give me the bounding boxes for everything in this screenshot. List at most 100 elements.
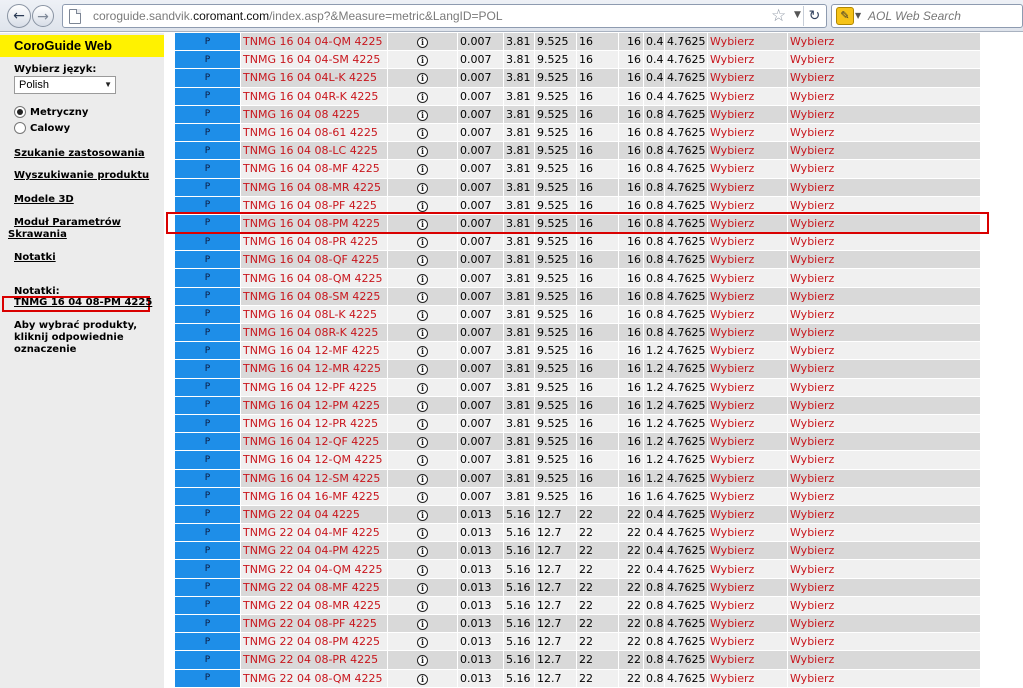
select-link[interactable]: Wybierz	[707, 523, 788, 543]
info-icon[interactable]: i	[417, 91, 428, 103]
select-link[interactable]: Wybierz	[707, 31, 788, 52]
radio-inch[interactable]	[14, 122, 26, 134]
select-link[interactable]: Wybierz	[787, 559, 981, 579]
product-code-link[interactable]: TNMG 16 04 08-QF 4225	[240, 250, 388, 270]
select-link[interactable]: Wybierz	[787, 268, 981, 288]
info-icon[interactable]: i	[387, 450, 458, 470]
info-icon[interactable]: i	[417, 564, 428, 576]
info-icon[interactable]: i	[417, 619, 428, 631]
info-icon[interactable]: i	[417, 309, 428, 321]
info-icon[interactable]: i	[387, 668, 458, 688]
select-link[interactable]: Wybierz	[787, 250, 981, 270]
select-link[interactable]: Wybierz	[707, 195, 788, 215]
select-link[interactable]: Wybierz	[787, 31, 981, 52]
select-link[interactable]: Wybierz	[787, 232, 981, 252]
info-icon[interactable]: i	[387, 341, 458, 361]
info-icon[interactable]: i	[387, 395, 458, 415]
product-code-link[interactable]: TNMG 22 04 08-QM 4225	[240, 668, 388, 688]
url-text[interactable]: coroguide.sandvik.coromant.com/index.asp…	[93, 9, 503, 23]
info-icon[interactable]: i	[417, 128, 428, 140]
info-icon[interactable]: i	[387, 377, 458, 397]
info-icon[interactable]: i	[417, 382, 428, 394]
aol-search-icon[interactable]: ✎	[836, 7, 854, 25]
reload-button[interactable]: ↻	[803, 6, 825, 26]
info-icon[interactable]: i	[417, 673, 428, 685]
info-icon[interactable]: i	[417, 73, 428, 85]
select-link[interactable]: Wybierz	[787, 504, 981, 525]
info-icon[interactable]: i	[417, 491, 428, 503]
select-link[interactable]: Wybierz	[787, 632, 981, 652]
link-3d-models[interactable]: Modele 3D	[14, 194, 74, 205]
info-icon[interactable]: i	[417, 364, 428, 376]
info-icon[interactable]: i	[387, 486, 458, 506]
select-link[interactable]: Wybierz	[787, 595, 981, 616]
info-icon[interactable]: i	[387, 559, 458, 579]
link-application-search[interactable]: Szukanie zastosowania	[14, 148, 145, 159]
radio-metric[interactable]	[14, 106, 26, 118]
product-code-link[interactable]: TNMG 22 04 04-PM 4225	[240, 541, 388, 561]
info-icon[interactable]: i	[387, 232, 458, 252]
info-icon[interactable]: i	[387, 523, 458, 543]
select-link[interactable]: Wybierz	[707, 141, 788, 161]
select-link[interactable]: Wybierz	[787, 613, 981, 634]
product-code-link[interactable]: TNMG 22 04 08-PF 4225	[240, 613, 388, 634]
info-icon[interactable]: i	[387, 104, 458, 124]
product-code-link[interactable]: TNMG 22 04 08-MR 4225	[240, 595, 388, 616]
product-code-link[interactable]: TNMG 16 04 08L-K 4225	[240, 304, 388, 325]
select-link[interactable]: Wybierz	[787, 541, 981, 561]
info-icon[interactable]: i	[417, 473, 428, 485]
search-input[interactable]: AOL Web Search	[868, 9, 961, 23]
info-icon[interactable]: i	[387, 577, 458, 597]
select-link[interactable]: Wybierz	[787, 322, 981, 343]
info-icon[interactable]: i	[417, 109, 428, 121]
select-link[interactable]: Wybierz	[787, 286, 981, 306]
select-link[interactable]: Wybierz	[707, 268, 788, 288]
bookmark-star-icon[interactable]: ☆	[771, 6, 786, 26]
product-code-link[interactable]: TNMG 22 04 08-PR 4225	[240, 650, 388, 670]
info-icon[interactable]: i	[417, 200, 428, 212]
info-icon[interactable]: i	[417, 291, 428, 303]
select-link[interactable]: Wybierz	[707, 232, 788, 252]
select-link[interactable]: Wybierz	[707, 122, 788, 143]
product-code-link[interactable]: TNMG 16 04 12-QF 4225	[240, 432, 388, 452]
select-link[interactable]: Wybierz	[787, 450, 981, 470]
info-icon[interactable]: i	[387, 86, 458, 106]
link-product-search[interactable]: Wyszukiwanie produktu	[14, 170, 149, 181]
info-icon[interactable]: i	[417, 328, 428, 340]
info-icon[interactable]: i	[387, 213, 458, 234]
info-icon[interactable]: i	[387, 122, 458, 143]
info-icon[interactable]: i	[387, 250, 458, 270]
info-icon[interactable]: i	[387, 632, 458, 652]
product-code-link[interactable]: TNMG 16 04 08-PF 4225	[240, 195, 388, 215]
select-link[interactable]: Wybierz	[707, 613, 788, 634]
note-item[interactable]: TNMG 16 04 08-PM 4225	[14, 297, 152, 308]
select-link[interactable]: Wybierz	[787, 377, 981, 397]
select-link[interactable]: Wybierz	[787, 213, 981, 234]
info-icon[interactable]: i	[387, 50, 458, 70]
info-icon[interactable]: i	[387, 650, 458, 670]
select-link[interactable]: Wybierz	[707, 322, 788, 343]
product-code-link[interactable]: TNMG 16 04 08R-K 4225	[240, 322, 388, 343]
info-icon[interactable]: i	[387, 304, 458, 325]
info-icon[interactable]: i	[387, 31, 458, 52]
chevron-down-icon[interactable]: ▼	[855, 11, 861, 20]
select-link[interactable]: Wybierz	[707, 632, 788, 652]
product-code-link[interactable]: TNMG 16 04 04-QM 4225	[240, 31, 388, 52]
product-code-link[interactable]: TNMG 16 04 04R-K 4225	[240, 86, 388, 106]
info-icon[interactable]: i	[417, 637, 428, 649]
info-icon[interactable]: i	[417, 546, 428, 558]
info-icon[interactable]: i	[417, 400, 428, 412]
product-code-link[interactable]: TNMG 16 04 08-61 4225	[240, 122, 388, 143]
select-link[interactable]: Wybierz	[707, 213, 788, 234]
product-code-link[interactable]: TNMG 16 04 12-PM 4225	[240, 395, 388, 415]
select-link[interactable]: Wybierz	[707, 577, 788, 597]
product-code-link[interactable]: TNMG 16 04 08-QM 4225	[240, 268, 388, 288]
back-button[interactable]: ←	[7, 4, 31, 28]
select-link[interactable]: Wybierz	[787, 159, 981, 179]
select-link[interactable]: Wybierz	[707, 504, 788, 525]
select-link[interactable]: Wybierz	[707, 159, 788, 179]
product-code-link[interactable]: TNMG 22 04 04 4225	[240, 504, 388, 525]
link-notes[interactable]: Notatki	[14, 252, 56, 263]
info-icon[interactable]: i	[387, 68, 458, 88]
select-link[interactable]: Wybierz	[707, 50, 788, 70]
